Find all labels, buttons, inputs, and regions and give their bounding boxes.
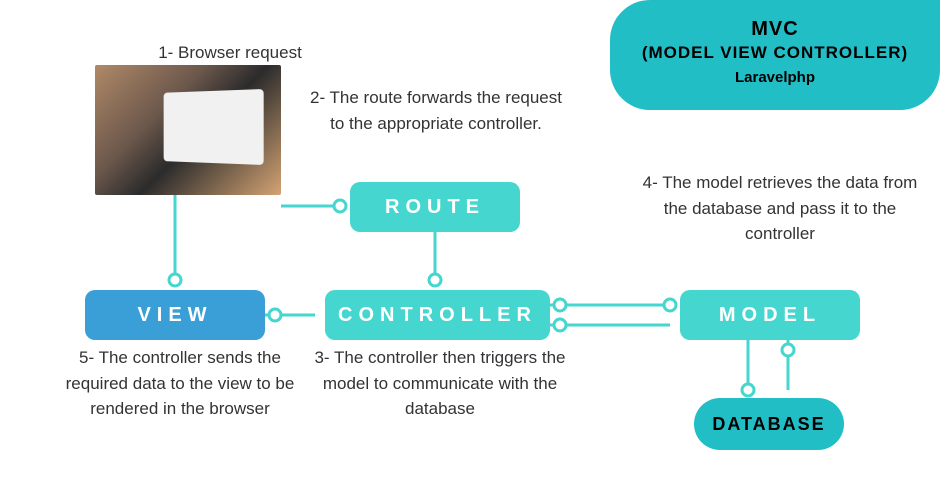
header-title: MVC: [628, 18, 922, 41]
caption-5: 5- The controller sends the required dat…: [50, 345, 310, 422]
header-tag: Laravelphp: [628, 69, 922, 86]
route-box: ROUTE: [350, 182, 520, 232]
controller-box: CONTROLLER: [325, 290, 550, 340]
caption-4: 4- The model retrieves the data from the…: [640, 170, 920, 247]
browser-photo: [95, 65, 281, 195]
view-box: VIEW: [85, 290, 265, 340]
header-subtitle: (MODEL VIEW CONTROLLER): [628, 43, 922, 63]
caption-2: 2- The route forwards the request to the…: [306, 85, 566, 136]
model-box: MODEL: [680, 290, 860, 340]
caption-1: 1- Browser request: [130, 40, 330, 66]
database-box: DATABASE: [694, 398, 844, 450]
caption-3: 3- The controller then triggers the mode…: [310, 345, 570, 422]
header-panel: MVC (MODEL VIEW CONTROLLER) Laravelphp: [610, 0, 940, 110]
